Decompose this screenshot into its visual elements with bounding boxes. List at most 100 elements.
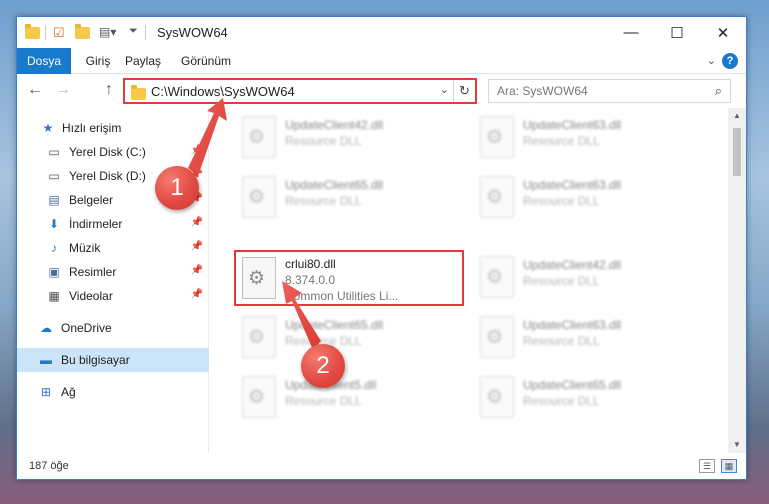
- scroll-down-icon[interactable]: ▼: [728, 437, 746, 453]
- file-tile[interactable]: ⚙ UpdateClient42.dll Resource DLL: [474, 250, 704, 306]
- tab-share[interactable]: Paylaş: [121, 48, 165, 74]
- sidebar-item-this-pc[interactable]: ▬ Bu bilgisayar: [17, 348, 209, 372]
- music-icon: ♪: [51, 241, 57, 255]
- sidebar-item-network[interactable]: ⊞ Ağ: [17, 380, 209, 404]
- pin-icon: 📌: [190, 241, 203, 252]
- file-type: Resource DLL: [523, 134, 600, 148]
- tab-home[interactable]: Giriş: [79, 48, 117, 74]
- tab-view[interactable]: Görünüm: [177, 48, 235, 74]
- file-type: Resource DLL: [523, 334, 600, 348]
- star-icon: ★: [42, 121, 54, 135]
- address-bar[interactable]: C:\Windows\SysWOW64 ⌄ ↻: [123, 78, 477, 104]
- tiles-view-icon[interactable]: ▦: [721, 459, 737, 473]
- scroll-up-icon[interactable]: ▲: [728, 108, 746, 124]
- sidebar-item-label: OneDrive: [61, 321, 112, 335]
- properties-icon[interactable]: ☑: [53, 25, 65, 41]
- file-name: UpdateClient63.dll: [523, 318, 622, 332]
- sidebar-item-label: Hızlı erişim: [62, 121, 122, 135]
- file-tile[interactable]: ⚙ UpdateClient63.dll Resource DLL: [474, 110, 704, 166]
- up-button[interactable]: ↑: [99, 81, 119, 99]
- pin-icon: 📌: [190, 217, 203, 228]
- file-name: UpdateClient63.dll: [523, 178, 622, 192]
- scroll-thumb[interactable]: [733, 128, 741, 176]
- explorer-window: ☑ ▤▾ ⏷ SysWOW64 — ☐ ✕ Dosya Giriş Paylaş…: [16, 16, 747, 480]
- file-type: Resource DLL: [285, 134, 362, 148]
- dll-file-icon: ⚙: [480, 256, 514, 298]
- file-name: UpdateClient63.dll: [523, 118, 622, 132]
- dll-file-icon: ⚙: [242, 257, 276, 299]
- maximize-button[interactable]: ☐: [654, 17, 700, 48]
- dll-file-icon: ⚙: [480, 376, 514, 418]
- title-bar: ☑ ▤▾ ⏷ SysWOW64 — ☐ ✕: [17, 17, 746, 48]
- pin-icon: 📌: [190, 145, 203, 156]
- file-type: Common Utilities Li...: [285, 289, 399, 303]
- file-tile[interactable]: ⚙ UpdateClient65.dll Resource DLL: [474, 370, 704, 426]
- quick-access-toolbar-icon[interactable]: ▤▾: [99, 25, 116, 41]
- sidebar-item-label: Videolar: [69, 289, 113, 303]
- sidebar-item-onedrive[interactable]: ☁ OneDrive: [17, 316, 209, 340]
- address-path[interactable]: C:\Windows\SysWOW64: [151, 84, 295, 99]
- file-tile[interactable]: ⚙ UpdateClient42.dll Resource DLL: [236, 110, 466, 166]
- customize-toolbar-icon[interactable]: ⏷: [129, 25, 138, 41]
- window-title: SysWOW64: [157, 25, 228, 40]
- file-version: 8.374.0.0: [285, 273, 336, 287]
- file-tile[interactable]: ⚙ UpdateClient65.dll Resource DLL: [236, 310, 466, 366]
- tab-file[interactable]: Dosya: [17, 48, 71, 74]
- pictures-icon: ▣: [48, 265, 60, 279]
- forward-button[interactable]: →: [53, 81, 73, 99]
- file-list: ⚙ UpdateClient42.dll Resource DLL ⚙ Upda…: [210, 108, 728, 453]
- close-button[interactable]: ✕: [700, 17, 746, 48]
- sidebar-item-label: Ağ: [61, 385, 76, 399]
- file-tile[interactable]: ⚙ UpdateClient65.dll Resource DLL: [236, 170, 466, 226]
- dll-file-icon: ⚙: [242, 316, 276, 358]
- sidebar-item-label: Yerel Disk (C:): [69, 145, 146, 159]
- sidebar-item-videos[interactable]: ▦ Videolar 📌: [17, 284, 209, 308]
- computer-icon: ▬: [40, 353, 52, 367]
- file-tile[interactable]: ⚙ UpdateClient63.dll Resource DLL: [474, 170, 704, 226]
- vertical-scrollbar[interactable]: ▲ ▼: [728, 108, 746, 453]
- minimize-button[interactable]: —: [608, 17, 654, 48]
- file-tile[interactable]: ⚙ UpdateClient5.dll Resource DLL: [236, 370, 466, 426]
- sidebar-item-drive-c[interactable]: ▭ Yerel Disk (C:) 📌: [17, 140, 209, 164]
- search-icon[interactable]: ⌕: [715, 83, 722, 99]
- folder-icon: [25, 24, 40, 41]
- dll-file-icon: ⚙: [480, 176, 514, 218]
- details-view-icon[interactable]: ☰: [699, 459, 715, 473]
- status-bar: 187 öğe ☰ ▦: [17, 453, 746, 479]
- new-folder-icon[interactable]: [75, 24, 90, 41]
- file-name: UpdateClient42.dll: [523, 258, 622, 272]
- sidebar-item-pictures[interactable]: ▣ Resimler 📌: [17, 260, 209, 284]
- search-input[interactable]: [489, 80, 689, 102]
- file-type: Resource DLL: [523, 194, 600, 208]
- file-tile-crlui80[interactable]: ⚙ crlui80.dll 8.374.0.0 Common Utilities…: [234, 250, 464, 306]
- address-history-chevron-icon[interactable]: ⌄: [440, 83, 449, 96]
- dll-file-icon: ⚙: [242, 116, 276, 158]
- sidebar-item-label: Yerel Disk (D:): [69, 169, 146, 183]
- sidebar-item-label: Müzik: [69, 241, 101, 255]
- item-count: 187 öğe: [29, 460, 69, 472]
- ribbon-expand-icon[interactable]: ⌄: [707, 54, 716, 67]
- pin-icon: 📌: [190, 289, 203, 300]
- file-type: Resource DLL: [523, 274, 600, 288]
- search-box[interactable]: ⌕: [488, 79, 731, 103]
- file-name: crlui80.dll: [285, 257, 336, 271]
- dll-file-icon: ⚙: [242, 376, 276, 418]
- drive-icon: ▭: [48, 169, 60, 183]
- sidebar-item-music[interactable]: ♪ Müzik 📌: [17, 236, 209, 260]
- file-name: UpdateClient65.dll: [285, 178, 384, 192]
- step-2-marker: 2: [301, 344, 345, 388]
- address-folder-icon: [131, 85, 146, 100]
- cloud-icon: ☁: [40, 321, 52, 335]
- refresh-icon[interactable]: ↻: [453, 80, 475, 102]
- sidebar-item-downloads[interactable]: ⬇ İndirmeler 📌: [17, 212, 209, 236]
- file-tile[interactable]: ⚙ UpdateClient63.dll Resource DLL: [474, 310, 704, 366]
- sidebar-item-label: Resimler: [69, 265, 117, 279]
- back-button[interactable]: ←: [25, 81, 45, 99]
- help-icon[interactable]: ?: [722, 53, 738, 69]
- ribbon-tabs: Dosya Giriş Paylaş Görünüm ⌄ ?: [17, 48, 746, 74]
- sidebar-item-quick-access[interactable]: ★ Hızlı erişim: [17, 116, 209, 140]
- file-type: Resource DLL: [523, 394, 600, 408]
- file-type: Resource DLL: [285, 194, 362, 208]
- file-name: UpdateClient65.dll: [285, 318, 384, 332]
- file-name: UpdateClient65.dll: [523, 378, 622, 392]
